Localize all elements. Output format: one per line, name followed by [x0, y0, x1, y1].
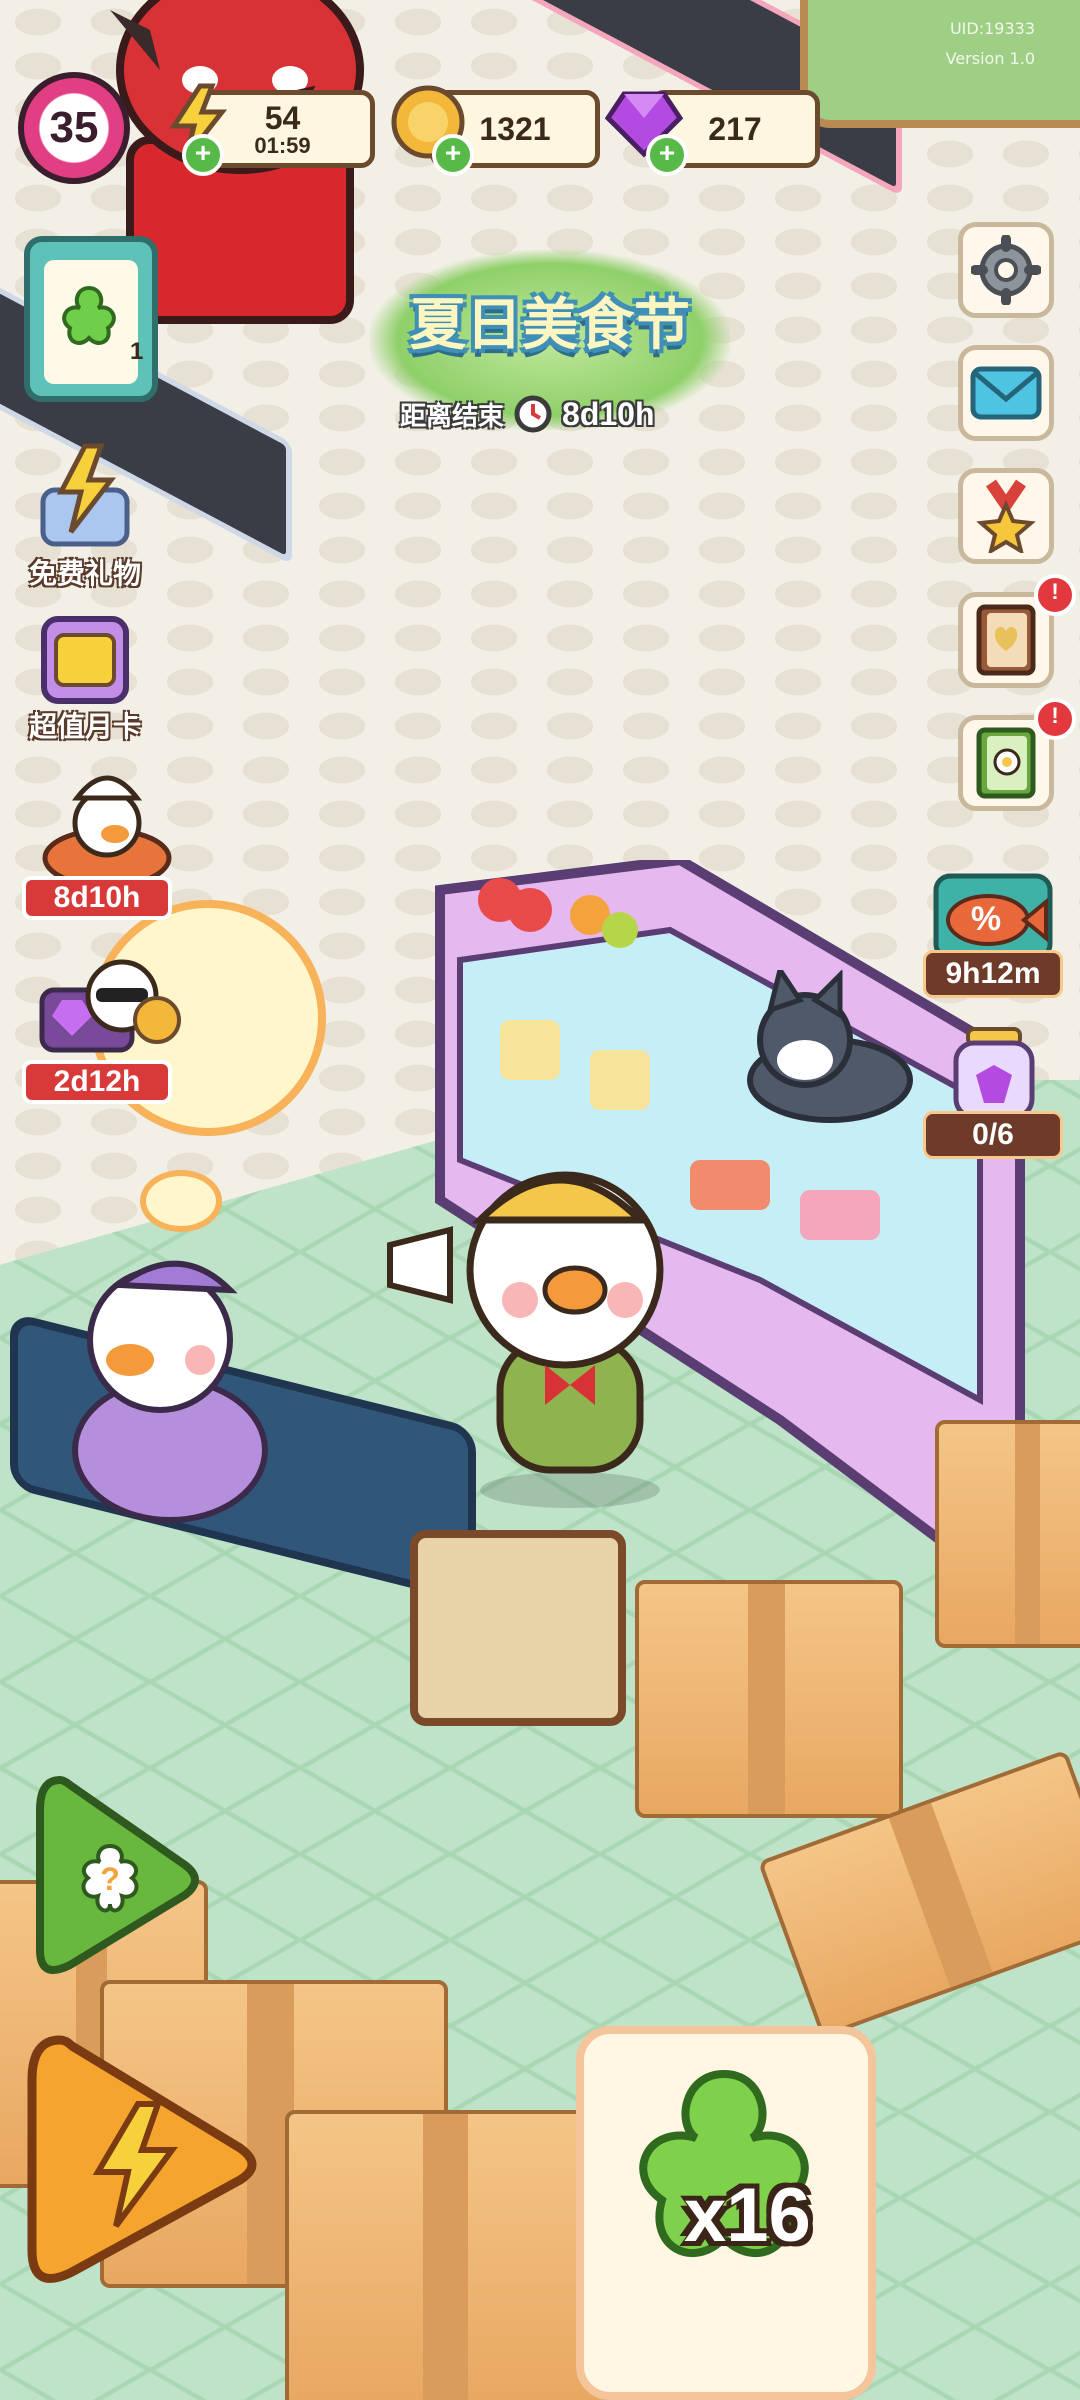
energy-timer: 01:59 — [254, 133, 311, 158]
monthly-card-button[interactable]: 超值月卡 — [10, 605, 160, 755]
recipe-book-alert: ! — [1034, 698, 1076, 740]
svg-text:?: ? — [100, 1861, 120, 1897]
energy-plus-button[interactable]: + — [182, 134, 224, 176]
gem-plus-button[interactable]: + — [646, 134, 688, 176]
chef-event-timer: 8d10h — [22, 876, 172, 920]
cardboard-box — [935, 1420, 1080, 1648]
discount-event-button[interactable]: % 9h12m — [918, 872, 1068, 1002]
svg-text:%: % — [971, 900, 1001, 938]
heart-book-icon — [976, 604, 1036, 676]
gem-value: 217 — [708, 110, 762, 147]
boost-button[interactable] — [20, 2030, 260, 2300]
coin-value: 1321 — [479, 110, 551, 147]
collection-book-alert: ! — [1034, 574, 1076, 616]
event-ends-label: 距离结束 — [400, 401, 505, 432]
cardboard-box — [285, 2110, 613, 2400]
discount-event-timer: 9h12m — [923, 950, 1063, 998]
clock-icon — [514, 395, 552, 433]
question-icon: ? — [81, 1843, 139, 1913]
gift-lightning-icon — [40, 443, 130, 547]
event-time-left: 8d10h — [562, 395, 655, 432]
purple-duck-customer — [72, 1260, 268, 1523]
sunglasses-duck-gems-icon — [39, 959, 181, 1053]
clover-icon — [62, 285, 116, 345]
gem-pack-button[interactable]: 2d12h — [22, 950, 182, 1110]
free-gift-label: 免费礼物 — [28, 557, 141, 590]
watermark-version: Version 1.0 — [945, 49, 1035, 68]
event-title: 夏日美食节 — [410, 293, 690, 358]
energy-value: 54 — [264, 100, 301, 136]
monthly-card-icon — [41, 616, 129, 704]
mail-icon — [970, 366, 1042, 420]
settings-button[interactable] — [958, 222, 1054, 318]
version-watermark: UID:19333 Version 1.0 — [905, 14, 1035, 74]
quest-count: 1 — [130, 338, 144, 365]
free-gift-button[interactable]: 免费礼物 — [10, 440, 160, 590]
discount-fish-icon: % — [933, 873, 1053, 961]
clover-count: x16 — [684, 2173, 811, 2258]
achievements-button[interactable] — [958, 468, 1054, 564]
event-countdown: 距离结束 8d10h — [400, 395, 655, 433]
cardboard-box — [635, 1580, 903, 1818]
wooden-crate-stool — [410, 1530, 626, 1726]
gear-icon — [971, 235, 1041, 305]
gem-jar-progress: 0/6 — [923, 1111, 1063, 1159]
gem-jar-icon — [953, 1027, 1035, 1120]
lightning-icon — [92, 2101, 178, 2228]
chef-duck-event-icon — [42, 775, 172, 888]
help-button[interactable]: ? — [30, 1770, 200, 1990]
quest-clipboard-button[interactable]: 1 — [24, 236, 158, 402]
chef-event-button[interactable]: 8d10h — [22, 768, 182, 928]
medal-icon — [976, 479, 1036, 553]
player-level: 35 — [49, 103, 99, 152]
coin-plus-button[interactable]: + — [432, 134, 474, 176]
gem-pack-timer: 2d12h — [22, 1060, 172, 1104]
mail-button[interactable] — [958, 345, 1054, 441]
recipe-book-icon — [976, 727, 1036, 799]
thought-bubble-dot — [140, 1170, 222, 1232]
gray-cat — [747, 970, 913, 1123]
player-level-badge[interactable]: 35 — [18, 72, 130, 184]
monthly-card-label: 超值月卡 — [28, 710, 141, 743]
watermark-uid: UID:19333 — [949, 19, 1035, 38]
gem-jar-button[interactable]: 0/6 — [918, 1025, 1068, 1160]
